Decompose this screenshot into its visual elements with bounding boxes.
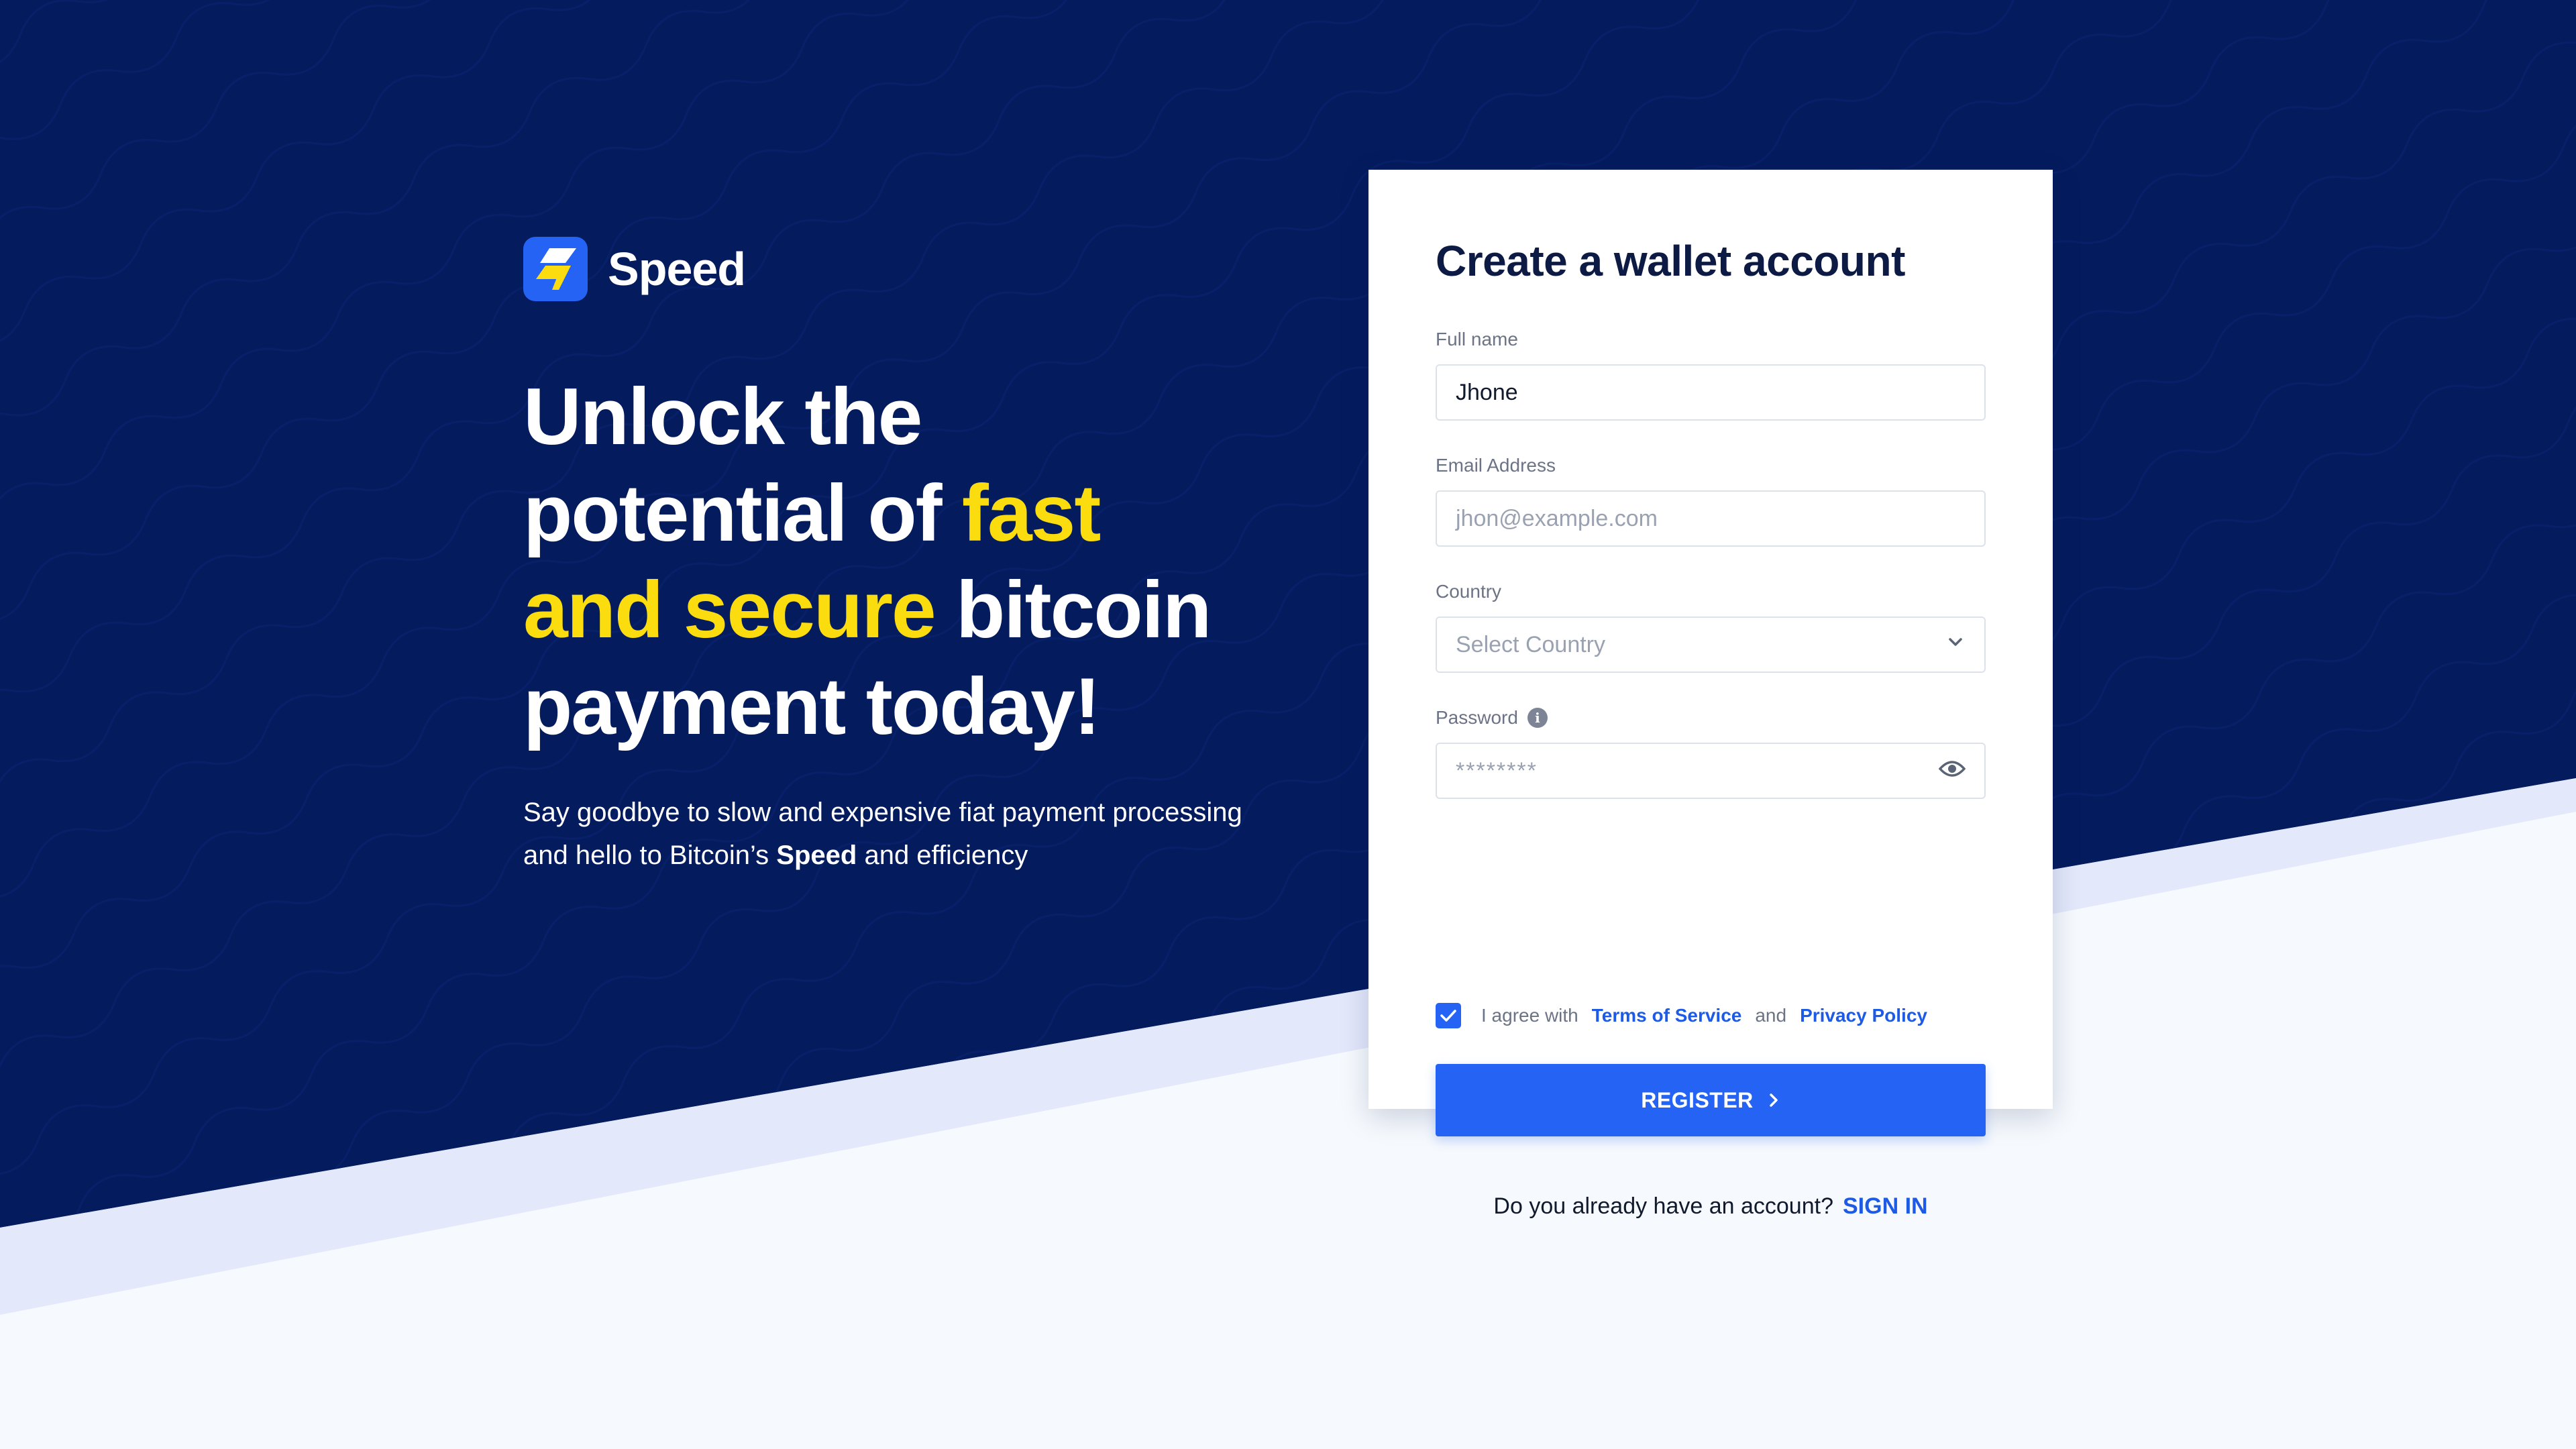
country-field: Country Select Country — [1436, 580, 1986, 673]
country-select[interactable]: Select Country — [1436, 616, 1986, 673]
country-label: Country — [1436, 581, 1502, 602]
email-input[interactable]: jhon@example.com — [1436, 490, 1986, 547]
password-field: Password i ******** — [1436, 706, 1986, 799]
password-input[interactable]: ******** — [1436, 743, 1986, 799]
chevron-right-icon — [1767, 1091, 1780, 1109]
info-icon[interactable]: i — [1527, 708, 1548, 728]
full-name-field: Full name Jhone — [1436, 328, 1986, 421]
password-value: ******** — [1456, 757, 1538, 784]
hero-section: Speed Unlock the potential of fast and s… — [523, 237, 1275, 877]
password-label: Password — [1436, 707, 1518, 728]
agree-text: I agree with — [1481, 1005, 1578, 1026]
agree-checkbox[interactable] — [1436, 1003, 1461, 1028]
password-label-row: Password i — [1436, 706, 1986, 729]
email-placeholder: jhon@example.com — [1456, 505, 1658, 531]
signin-prompt: Do you already have an account? — [1493, 1193, 1833, 1219]
subtext-bold: Speed — [776, 841, 857, 870]
email-label: Email Address — [1436, 455, 1556, 476]
eye-icon[interactable] — [1938, 758, 1966, 784]
register-label: REGISTER — [1641, 1087, 1754, 1112]
full-name-input[interactable]: Jhone — [1436, 364, 1986, 421]
terms-link[interactable]: Terms of Service — [1592, 1005, 1742, 1026]
form-title: Create a wallet account — [1436, 237, 1905, 285]
signin-link[interactable]: SIGN IN — [1843, 1193, 1928, 1219]
full-name-label: Full name — [1436, 329, 1518, 350]
terms-agreement: I agree with Terms of Service and Privac… — [1436, 1003, 1927, 1028]
privacy-link[interactable]: Privacy Policy — [1800, 1005, 1927, 1026]
country-placeholder: Select Country — [1456, 631, 1605, 657]
email-field: Email Address jhon@example.com — [1436, 454, 1986, 547]
headline-line-1: Unlock the — [523, 372, 922, 462]
register-card: Create a wallet account Full name Jhone … — [1368, 170, 2053, 1219]
agree-and: and — [1755, 1005, 1787, 1026]
headline-line-4: payment today! — [523, 661, 1101, 751]
headline-highlight-1: fast — [961, 468, 1101, 558]
hero-subtext: Say goodbye to slow and expensive fiat p… — [523, 791, 1275, 877]
brand-name: Speed — [608, 243, 746, 295]
headline-highlight-2: and secure — [523, 565, 936, 655]
headline-line-2: potential of — [523, 468, 962, 558]
check-icon — [1440, 1010, 1456, 1022]
full-name-value: Jhone — [1456, 379, 1518, 405]
brand: Speed — [523, 237, 1275, 301]
subtext-part-2: and efficiency — [857, 841, 1028, 870]
headline-line-3: bitcoin — [934, 565, 1212, 655]
signin-row: Do you already have an account? SIGN IN — [1436, 1193, 1986, 1220]
background — [0, 0, 2576, 1449]
register-button[interactable]: REGISTER — [1436, 1064, 1986, 1136]
chevron-down-icon — [1945, 632, 1966, 658]
lightning-bolt-icon — [523, 237, 588, 301]
hero-headline: Unlock the potential of fast and secure … — [523, 368, 1275, 755]
